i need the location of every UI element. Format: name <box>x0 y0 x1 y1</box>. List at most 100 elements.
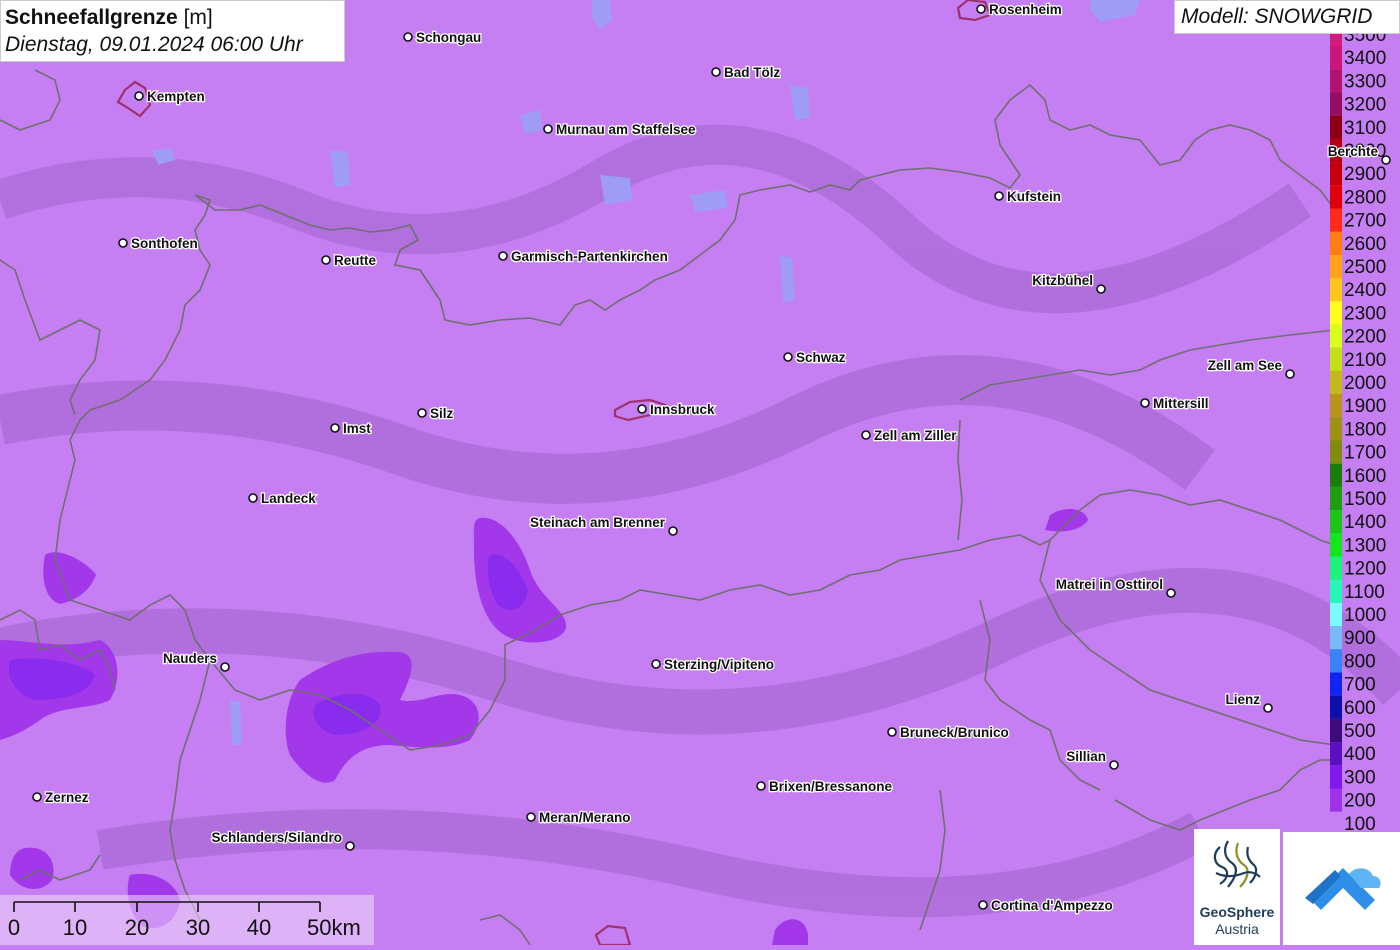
legend-label-1500: 1500 <box>1344 489 1386 510</box>
legend-swatch-700 <box>1330 672 1342 696</box>
map-title: Schneefallgrenze [m] <box>5 4 344 31</box>
city-marker <box>498 251 508 261</box>
legend-swatch-300 <box>1330 765 1342 789</box>
city-sterzing-vipiteno: Sterzing/Vipiteno <box>651 656 775 673</box>
city-label: Imst <box>343 421 371 436</box>
city-label: Berchte <box>1328 144 1379 159</box>
legend-swatch-1500 <box>1330 486 1342 511</box>
legend-label-1300: 1300 <box>1344 535 1386 556</box>
legend-label-1000: 1000 <box>1344 605 1386 626</box>
scale-label-0: 0 <box>8 915 20 940</box>
city-marker <box>403 32 413 42</box>
legend-label-2100: 2100 <box>1344 350 1386 371</box>
legend-swatch-1100 <box>1330 579 1342 603</box>
legend-label-2700: 2700 <box>1344 211 1386 232</box>
legend-label-2800: 2800 <box>1344 187 1386 208</box>
scale-label-10: 10 <box>63 915 87 940</box>
city-marker <box>526 812 536 822</box>
city-label: Steinach am Brenner <box>530 515 666 530</box>
city-schongau: Schongau <box>403 29 482 46</box>
city-label: Meran/Merano <box>539 810 631 825</box>
city-marker <box>1285 369 1295 379</box>
city-marker <box>32 792 42 802</box>
city-marker <box>978 900 988 910</box>
city-label: Kitzbühel <box>1032 273 1093 288</box>
app-logo[interactable] <box>1283 832 1400 945</box>
city-brixen-bressanone: Brixen/Bressanone <box>756 778 894 795</box>
legend-label-2400: 2400 <box>1344 280 1386 301</box>
geosphere-logo[interactable]: GeoSphere Austria <box>1194 829 1280 945</box>
city-marker <box>248 493 258 503</box>
legend-swatch-3200 <box>1330 92 1342 116</box>
legend-swatch-2800 <box>1330 185 1342 209</box>
city-marker <box>1166 588 1176 598</box>
city-label: Landeck <box>261 491 316 506</box>
city-label: Zell am See <box>1208 358 1283 373</box>
city-label: Zernez <box>45 790 89 805</box>
city-marker <box>220 662 230 672</box>
legend-swatch-1800 <box>1330 417 1342 441</box>
legend-swatch-2300 <box>1330 301 1342 325</box>
legend-label-3300: 3300 <box>1344 71 1386 92</box>
city-label: Schwaz <box>796 350 846 365</box>
legend-swatch-800 <box>1330 649 1342 673</box>
city-marker <box>887 727 897 737</box>
legend-swatch-400 <box>1330 742 1342 766</box>
city-label: Schongau <box>416 30 481 45</box>
city-label: Nauders <box>163 651 217 666</box>
city-marker <box>1096 284 1106 294</box>
city-label: Sterzing/Vipiteno <box>664 657 774 672</box>
legend-label-200: 200 <box>1344 791 1376 812</box>
model-label: Modell: SNOWGRID <box>1174 0 1400 34</box>
legend-label-600: 600 <box>1344 698 1376 719</box>
city-marker <box>345 841 355 851</box>
city-label: Zell am Ziller <box>874 428 957 443</box>
city-label: Reutte <box>334 253 376 268</box>
city-marker <box>711 67 721 77</box>
scale-label-50km: 50km <box>307 915 361 940</box>
city-label: Murnau am Staffelsee <box>556 122 696 137</box>
legend-swatch-900 <box>1330 626 1342 650</box>
city-label: Garmisch-Partenkirchen <box>511 249 668 264</box>
legend-swatch-3300 <box>1330 69 1342 93</box>
geosphere-sub: Austria <box>1215 921 1259 937</box>
city-label: Innsbruck <box>650 402 715 417</box>
map-canvas[interactable]: 3500340033003200310030002900280027002600… <box>0 0 1400 945</box>
city-marker <box>861 430 871 440</box>
legend-label-2600: 2600 <box>1344 234 1386 255</box>
city-marker <box>994 191 1004 201</box>
city-marker <box>1381 155 1391 165</box>
legend-label-2300: 2300 <box>1344 303 1386 324</box>
legend-label-1800: 1800 <box>1344 419 1386 440</box>
city-marker <box>783 352 793 362</box>
legend-swatch-2700 <box>1330 208 1342 232</box>
legend-label-1900: 1900 <box>1344 396 1386 417</box>
city-label: Schlanders/Silandro <box>211 830 342 845</box>
legend-label-800: 800 <box>1344 651 1376 672</box>
scale-label-30: 30 <box>186 915 210 940</box>
city-murnau-am-staffelsee: Murnau am Staffelsee <box>543 121 697 138</box>
legend-swatch-200 <box>1330 788 1342 812</box>
legend-swatch-3400 <box>1330 46 1342 70</box>
legend-label-2200: 2200 <box>1344 327 1386 348</box>
city-label: Mittersill <box>1153 396 1209 411</box>
legend-label-300: 300 <box>1344 767 1376 788</box>
city-marker <box>1140 398 1150 408</box>
legend-swatch-2000 <box>1330 370 1342 395</box>
city-sonthofen: Sonthofen <box>118 235 199 252</box>
legend-swatch-2200 <box>1330 324 1342 348</box>
city-marker <box>330 423 340 433</box>
city-rosenheim: Rosenheim <box>976 1 1063 18</box>
city-label: Sillian <box>1066 749 1106 764</box>
legend-label-2900: 2900 <box>1344 164 1386 185</box>
city-marker <box>118 238 128 248</box>
city-meran-merano: Meran/Merano <box>526 809 632 826</box>
legend-label-1400: 1400 <box>1344 512 1386 533</box>
scale-bar: 0 10 20 30 40 50km <box>0 895 374 945</box>
legend-swatch-3100 <box>1330 115 1342 139</box>
legend-label-3400: 3400 <box>1344 48 1386 69</box>
legend-label-700: 700 <box>1344 675 1376 696</box>
city-marker <box>1109 760 1119 770</box>
legend-swatch-2600 <box>1330 231 1342 255</box>
legend-label-1100: 1100 <box>1344 582 1385 603</box>
